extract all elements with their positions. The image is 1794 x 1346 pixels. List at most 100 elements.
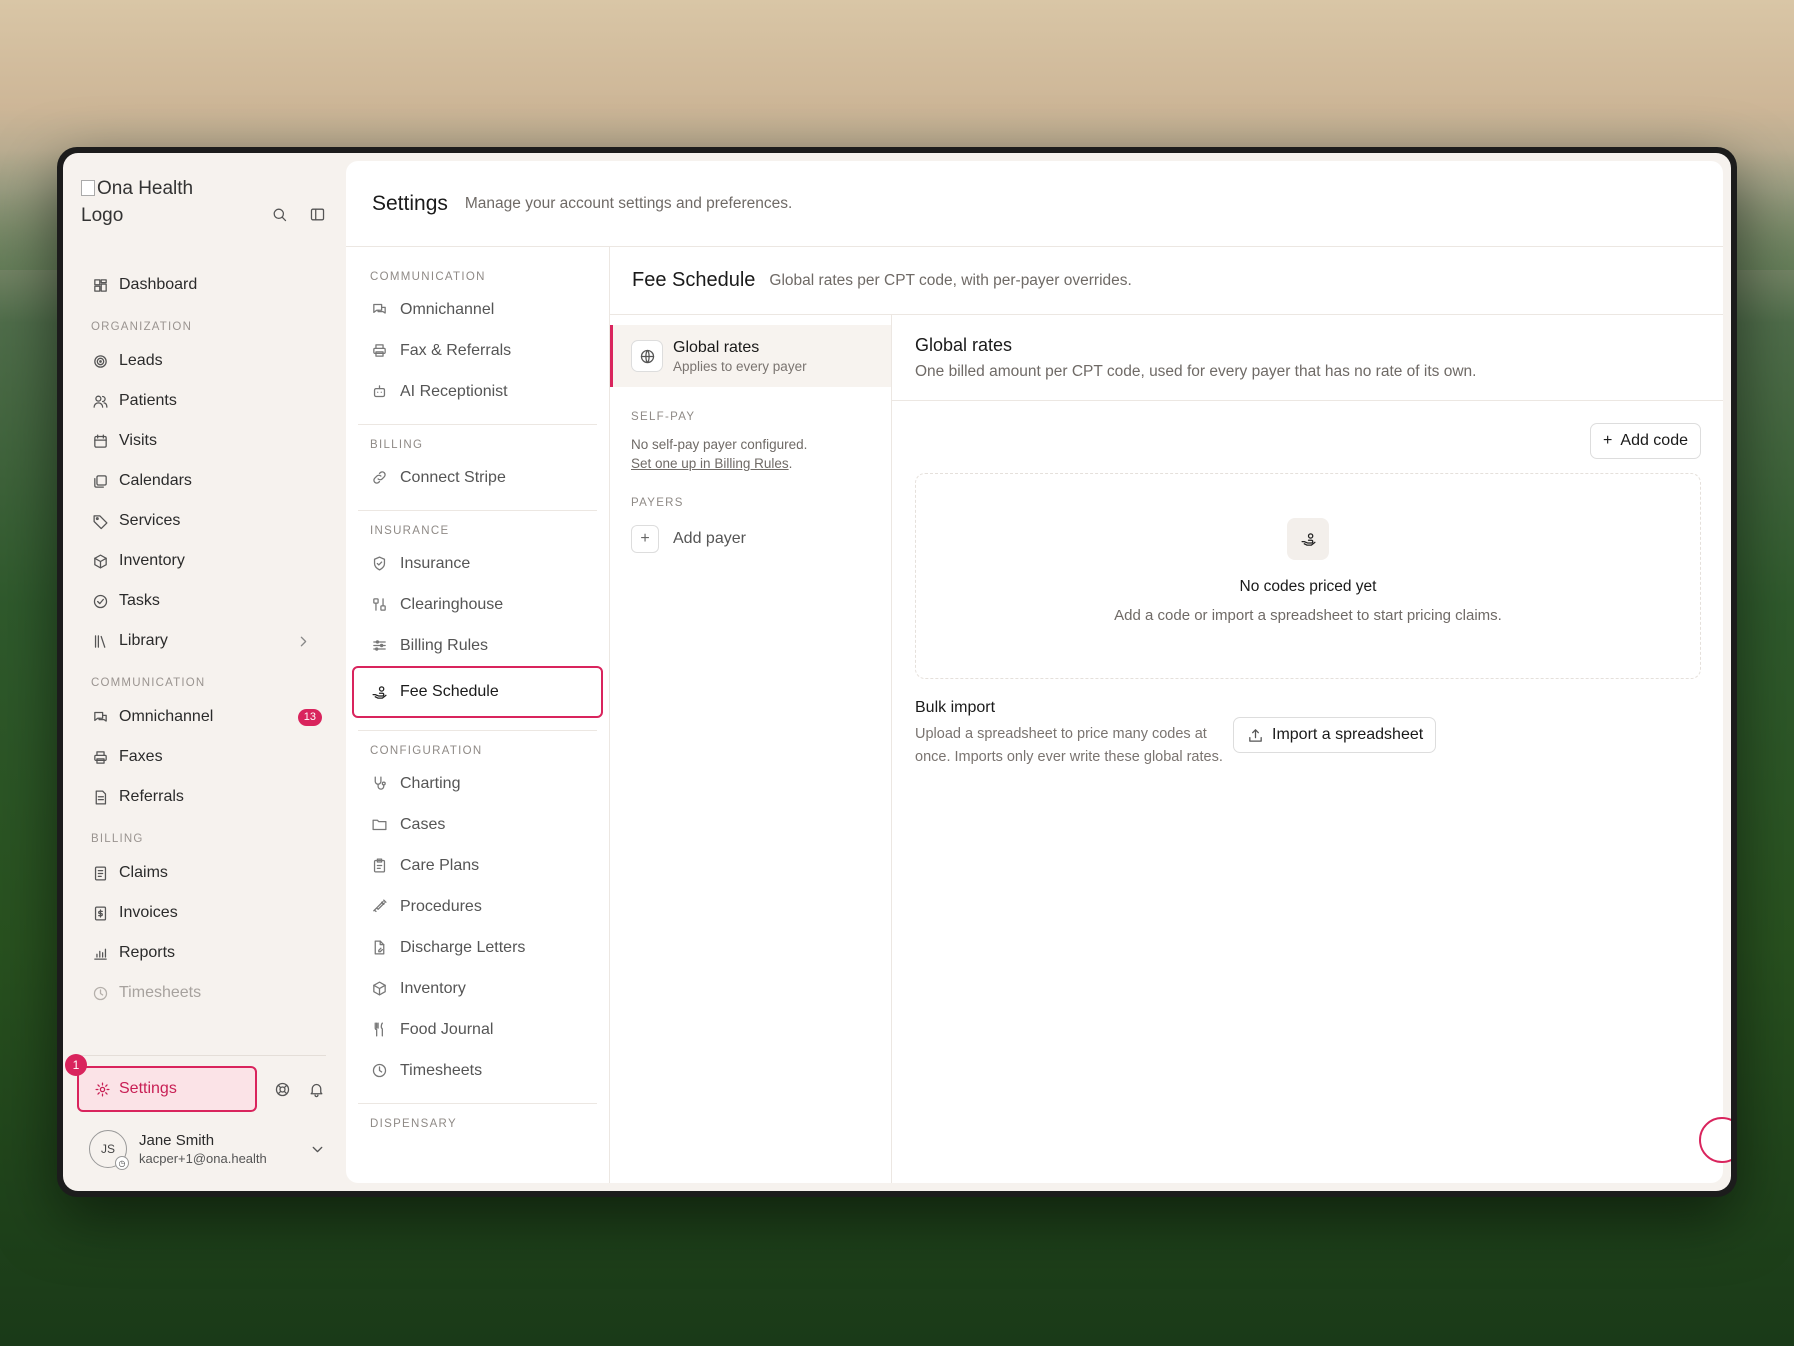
settings-nav-timesheets[interactable]: Timesheets: [358, 1050, 597, 1091]
settings-nav-label: Omnichannel: [400, 300, 495, 318]
bell-icon[interactable]: [307, 1080, 325, 1098]
logo-alt-text: Ona Health Logo: [81, 178, 194, 226]
help-lifebuoy-icon[interactable]: [273, 1080, 291, 1098]
sidebar-item-patients[interactable]: Patients: [81, 381, 326, 421]
add-payer-button[interactable]: + Add payer: [610, 525, 891, 553]
app-window: Ona Health Logo Dashboard ORGANIZATION L…: [57, 147, 1737, 1197]
sidebar-item-calendars[interactable]: Calendars: [81, 461, 326, 501]
clock-icon: [91, 984, 109, 1002]
user-menu[interactable]: JS ◷ Jane Smith kacper+1@ona.health: [77, 1130, 326, 1170]
settings-nav-charting[interactable]: Charting: [358, 763, 597, 804]
import-spreadsheet-button[interactable]: Import a spreadsheet: [1233, 717, 1437, 753]
settings-nav-omnichannel[interactable]: Omnichannel: [358, 289, 597, 330]
settings-nav-food-journal[interactable]: Food Journal: [358, 1009, 597, 1050]
chevron-down-icon[interactable]: [308, 1140, 326, 1158]
settings-nav-section: INSURANCE: [370, 525, 450, 537]
search-icon[interactable]: [270, 205, 288, 223]
settings-nav-cases[interactable]: Cases: [358, 804, 597, 845]
sidebar-item-timesheets[interactable]: Timesheets: [81, 973, 326, 1013]
rates-title: Global rates: [915, 335, 1013, 355]
plus-icon: +: [1603, 432, 1613, 449]
avatar-initials: JS: [100, 1142, 115, 1156]
sidebar-section-label: ORGANIZATION: [91, 321, 193, 333]
sidebar-item-omnichannel[interactable]: Omnichannel 13: [81, 697, 326, 737]
settings-nav-insurance[interactable]: Insurance: [358, 543, 597, 584]
sidebar-item-label: Timesheets: [119, 984, 202, 1001]
settings-nav-label: Charting: [400, 774, 461, 792]
settings-nav-section: BILLING: [370, 439, 424, 451]
settings-nav-label: Insurance: [400, 554, 471, 572]
gear-icon: [93, 1080, 111, 1098]
invoice-icon: [91, 904, 109, 922]
import-label: Import a spreadsheet: [1272, 726, 1424, 743]
settings-nav-ai-receptionist[interactable]: AI Receptionist: [358, 371, 597, 412]
settings-nav-label: Cases: [400, 815, 446, 833]
sidebar-item-leads[interactable]: Leads: [81, 341, 326, 381]
library-icon: [91, 632, 109, 650]
sidebar-item-library[interactable]: Library: [81, 621, 326, 661]
sidebar-item-invoices[interactable]: Invoices: [81, 893, 326, 933]
sidebar-item-tasks[interactable]: Tasks: [81, 581, 326, 621]
sidebar-item-inventory[interactable]: Inventory: [81, 541, 326, 581]
settings-label: Settings: [119, 1080, 177, 1097]
empty-subtitle: Add a code or import a spreadsheet to st…: [1114, 607, 1502, 624]
sidebar-toggle-icon[interactable]: [308, 205, 326, 223]
user-email: kacper+1@ona.health: [139, 1151, 267, 1166]
sidebar-item-referrals[interactable]: Referrals: [81, 777, 326, 817]
chat-icon: [370, 301, 388, 319]
dashboard-icon: [91, 276, 109, 294]
utensils-icon: [370, 1021, 388, 1039]
claims-icon: [91, 864, 109, 882]
calendar-icon: [91, 432, 109, 450]
logo[interactable]: Ona Health Logo: [81, 175, 201, 229]
clipboard-icon: [370, 857, 388, 875]
add-code-button[interactable]: + Add code: [1590, 423, 1701, 459]
settings-nav-discharge-letters[interactable]: Discharge Letters: [358, 927, 597, 968]
settings-nav-procedures[interactable]: Procedures: [358, 886, 597, 927]
sidebar: Ona Health Logo Dashboard ORGANIZATION L…: [63, 153, 346, 1191]
sidebar-item-services[interactable]: Services: [81, 501, 326, 541]
payer-desc: Applies to every payer: [673, 358, 807, 374]
app-shell: Ona Health Logo Dashboard ORGANIZATION L…: [63, 153, 1731, 1191]
payers-label: PAYERS: [631, 497, 684, 509]
rates-subtitle: One billed amount per CPT code, used for…: [915, 363, 1477, 380]
bulk-import: Bulk import Upload a spreadsheet to pric…: [915, 699, 1701, 769]
sidebar-item-dashboard[interactable]: Dashboard: [81, 265, 326, 305]
sidebar-item-visits[interactable]: Visits: [81, 421, 326, 461]
avatar: JS ◷: [89, 1130, 129, 1170]
printer-icon: [370, 342, 388, 360]
settings-button[interactable]: 1 Settings: [65, 1054, 257, 1112]
bar-chart-icon: [91, 944, 109, 962]
bulk-import-title: Bulk import: [915, 699, 996, 716]
page-title: Settings: [372, 191, 448, 215]
sidebar-item-claims[interactable]: Claims: [81, 853, 326, 893]
settings-nav-inventory[interactable]: Inventory: [358, 968, 597, 1009]
settings-nav-section: DISPENSARY: [370, 1118, 457, 1130]
settings-nav-fax-referrals[interactable]: Fax & Referrals: [358, 330, 597, 371]
settings-nav-section: CONFIGURATION: [370, 745, 483, 757]
user-name: Jane Smith: [139, 1132, 215, 1149]
sidebar-item-reports[interactable]: Reports: [81, 933, 326, 973]
sidebar-footer: 1 Settings JS ◷ Jane Smith kacper+1@ona.…: [65, 1054, 326, 1170]
sidebar-item-faxes[interactable]: Faxes: [81, 737, 326, 777]
settings-nav-label: Fax & Referrals: [400, 341, 512, 359]
billing-rules-link[interactable]: Set one up in Billing Rules: [631, 456, 789, 471]
chevron-right-icon[interactable]: [294, 632, 312, 650]
settings-nav-care-plans[interactable]: Care Plans: [358, 845, 597, 886]
sidebar-item-label: Tasks: [119, 592, 160, 609]
settings-nav-billing-rules[interactable]: Billing Rules: [358, 625, 597, 666]
broken-image-icon: [81, 180, 95, 196]
settings-nav-fee-schedule[interactable]: 2 Fee Schedule: [352, 666, 603, 718]
settings-nav-clearinghouse[interactable]: Clearinghouse: [358, 584, 597, 625]
shield-check-icon: [370, 555, 388, 573]
sidebar-section-label: COMMUNICATION: [91, 677, 206, 689]
settings-nav-connect-stripe[interactable]: Connect Stripe: [358, 457, 597, 498]
settings-nav-label: Procedures: [400, 897, 482, 915]
settings-nav-label: Inventory: [400, 979, 466, 997]
payer-global-rates[interactable]: Global rates Applies to every payer: [610, 325, 891, 387]
settings-nav-label: Clearinghouse: [400, 595, 504, 613]
sidebar-item-label: Inventory: [119, 552, 185, 569]
sidebar-item-label: Library: [119, 632, 168, 649]
sidebar-item-label: Claims: [119, 864, 168, 881]
page-subtitle: Manage your account settings and prefere…: [464, 194, 793, 212]
